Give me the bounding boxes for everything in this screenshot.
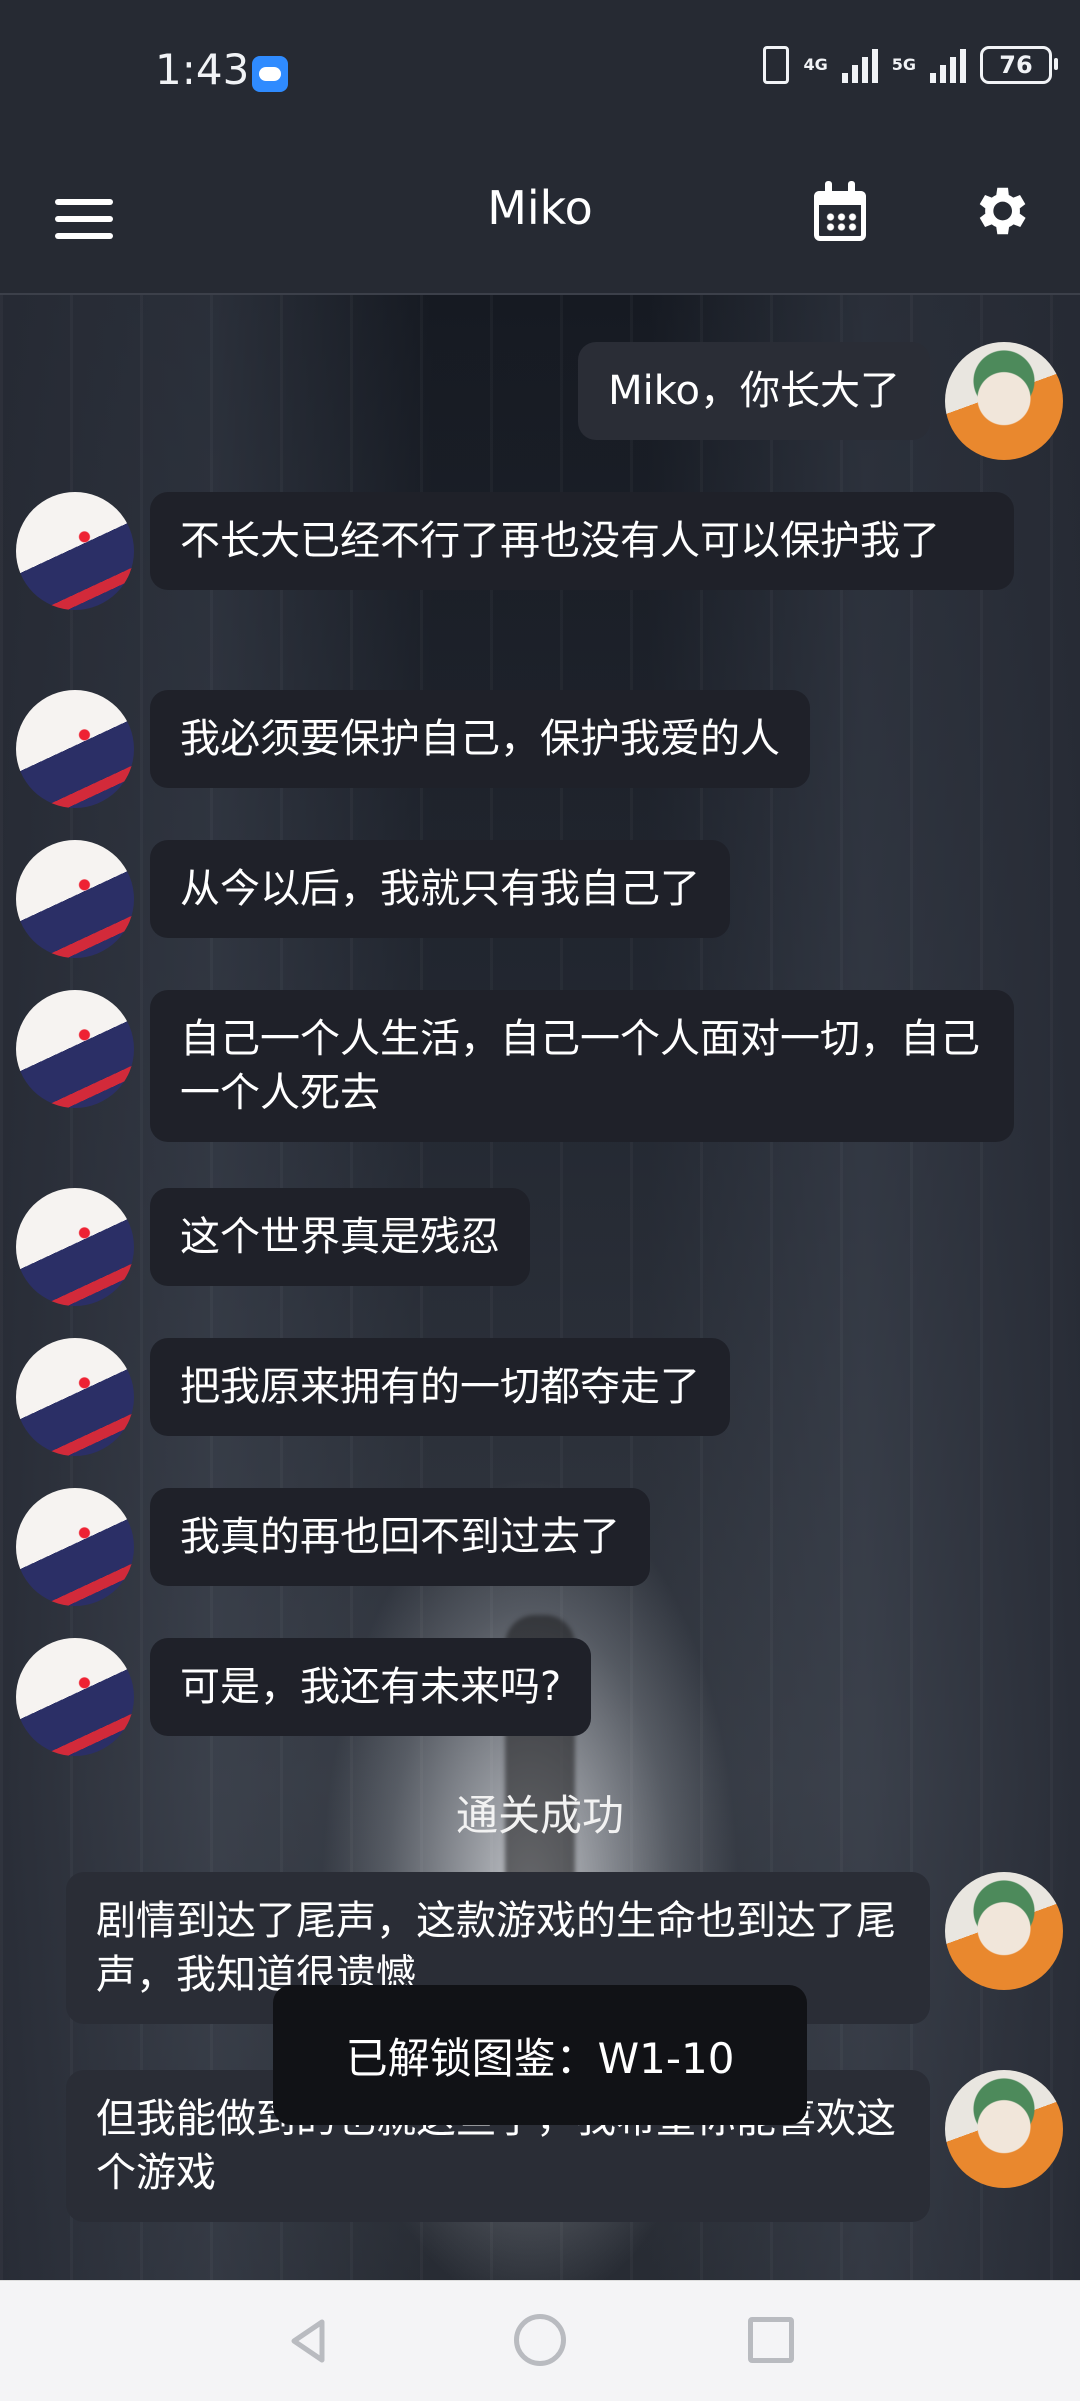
avatar[interactable] bbox=[16, 840, 134, 958]
page-title: Miko bbox=[487, 181, 593, 235]
calendar-icon[interactable] bbox=[812, 181, 874, 243]
chat-bubble-miko[interactable]: 我真的再也回不到过去了 bbox=[150, 1488, 650, 1586]
battery-indicator: 76 bbox=[980, 46, 1058, 84]
system-message: 通关成功 bbox=[455, 1791, 624, 1840]
gear-icon[interactable] bbox=[968, 179, 1032, 243]
cloud-icon bbox=[252, 56, 288, 92]
avatar[interactable] bbox=[945, 342, 1063, 460]
network-label-2: 5G bbox=[891, 55, 916, 74]
avatar[interactable] bbox=[16, 1338, 134, 1456]
chat-bubble-miko[interactable]: 可是，我还有未来吗? bbox=[150, 1638, 592, 1736]
status-bar: 1:43 4G 5G 76 bbox=[0, 0, 1080, 145]
app-bar: Miko bbox=[0, 145, 1080, 295]
chat-bubble-miko[interactable]: 这个世界真是残忍 bbox=[150, 1188, 530, 1286]
chat-bubble-miko[interactable]: 不长大已经不行了再也没有人可以保护我了 bbox=[150, 492, 1014, 590]
avatar[interactable] bbox=[16, 690, 134, 808]
avatar[interactable] bbox=[16, 990, 134, 1108]
chat-bubble-miko[interactable]: 从今以后，我就只有我自己了 bbox=[150, 840, 730, 938]
home-icon[interactable] bbox=[514, 2314, 566, 2366]
chat-bubble-miko[interactable]: 自己一个人生活，自己一个人面对一切，自己一个人死去 bbox=[150, 990, 1014, 1142]
status-icons: 4G 5G 76 bbox=[763, 46, 1058, 84]
chat-area[interactable]: Miko，你长大了 不长大已经不行了再也没有人可以保护我了 我必须要保护自己，保… bbox=[0, 295, 1080, 2280]
network-label-1: 4G bbox=[803, 55, 828, 74]
avatar[interactable] bbox=[16, 1188, 134, 1306]
toast-notification: 已解锁图鉴：W1-10 bbox=[273, 1985, 807, 2125]
avatar[interactable] bbox=[16, 1638, 134, 1756]
avatar[interactable] bbox=[945, 1872, 1063, 1990]
back-icon[interactable] bbox=[282, 2314, 336, 2368]
recent-apps-icon[interactable] bbox=[748, 2317, 794, 2363]
chat-bubble-user[interactable]: Miko，你长大了 bbox=[578, 342, 930, 440]
avatar[interactable] bbox=[16, 492, 134, 610]
navigation-bar bbox=[0, 2280, 1080, 2401]
vibrate-icon bbox=[763, 46, 790, 84]
signal-icon bbox=[841, 47, 878, 83]
signal-icon-2 bbox=[930, 47, 966, 83]
chat-bubble-miko[interactable]: 把我原来拥有的一切都夺走了 bbox=[150, 1338, 730, 1436]
avatar[interactable] bbox=[945, 2070, 1063, 2188]
chat-bubble-miko[interactable]: 我必须要保护自己，保护我爱的人 bbox=[150, 690, 810, 788]
status-time: 1:43 bbox=[155, 45, 250, 94]
avatar[interactable] bbox=[16, 1488, 134, 1606]
